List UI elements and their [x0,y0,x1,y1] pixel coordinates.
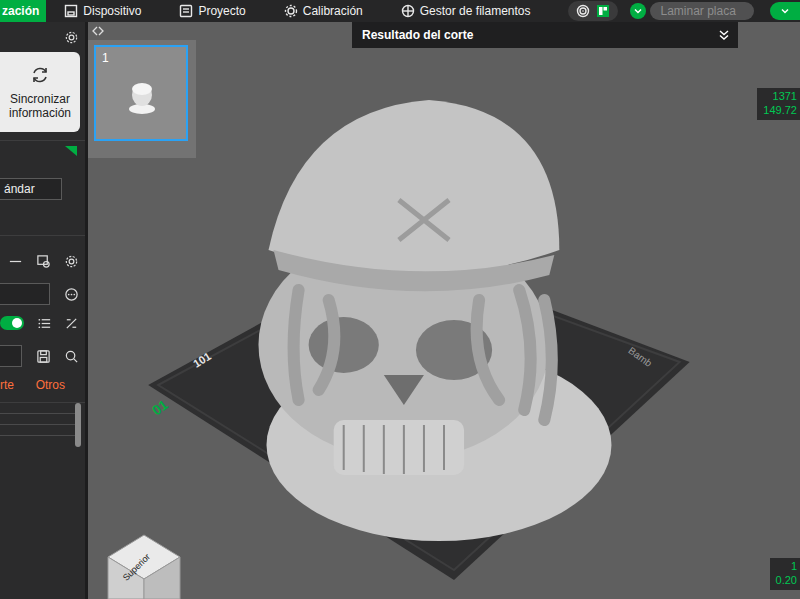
tab-label[interactable]: Proyecto [198,2,245,20]
top-tab[interactable]: Calibración [284,0,371,22]
slice-dropdown[interactable] [630,3,646,19]
scrollbar[interactable] [75,403,81,447]
preview-icon [576,4,590,18]
top-tab[interactable]: Gestor de filamentos [401,0,539,22]
top-tab[interactable]: Proyecto [179,0,253,22]
process-field[interactable] [0,283,50,305]
tab-label[interactable]: Gestor de filamentos [420,2,531,20]
plate-thumbnail[interactable]: 1 [94,45,188,141]
chevron-icon [634,7,642,15]
more-icon[interactable] [64,287,79,302]
filament-icon [401,4,415,18]
model-thumbnail-icon [122,77,162,117]
list-icon[interactable] [37,316,52,331]
plate-origin-label: 01 [149,396,171,418]
tab-label[interactable]: Dispositivo [83,2,141,20]
compare-settings-icon[interactable] [64,316,79,331]
top-tab[interactable]: Dispositivo [64,0,149,22]
device-icon [64,4,78,18]
tab-label[interactable]: zación [2,2,39,20]
top-layer-label[interactable]: 1371149.72 [757,88,800,120]
search-field[interactable] [0,345,22,367]
settings-tab[interactable]: Otros [36,376,65,394]
plate-list: 1 [88,40,196,158]
collapse-icon[interactable] [92,25,104,37]
left-panel: Sincronizar información ándar rte Otros [0,22,88,599]
sync-icon [29,64,51,86]
plate-brand: Bamb [626,345,654,369]
top-bar: zación Dispositivo Proyecto Calibración Gest… [0,0,800,22]
project-icon [179,4,193,18]
sync-button[interactable]: Sincronizar información [0,52,80,132]
slice-button[interactable]: Laminar placa [650,2,754,20]
calibration-icon [284,4,298,18]
settings-list [0,403,85,453]
profile-field[interactable]: ándar [0,178,62,200]
expand-icon[interactable] [718,29,730,41]
process-gear-icon[interactable] [64,254,79,269]
bottom-layer-label[interactable]: 10.20 [770,558,800,590]
layout-icon [596,4,610,18]
compare-icon[interactable] [36,254,51,269]
chevron-icon [781,7,789,15]
top-tab[interactable]: zación [0,0,46,22]
view-toggle[interactable] [568,1,618,21]
minimize-icon[interactable] [8,254,23,269]
slice-result-header[interactable]: Resultado del corte [352,22,738,48]
settings-gear-icon[interactable] [64,30,79,45]
tab-label[interactable]: Calibración [303,2,363,20]
viewport[interactable]: 01 101 Bamb 1 Resultado del corte 1371149.72 1… [88,22,800,599]
export-dropdown[interactable] [770,2,800,20]
corner-mark-icon [65,146,77,156]
advanced-toggle[interactable] [0,316,24,330]
search-icon[interactable] [64,349,79,364]
plate-label: 101 [191,350,213,370]
view-cube[interactable]: Superior [104,527,184,599]
settings-tab[interactable]: rte [0,376,14,394]
save-icon[interactable] [36,349,51,364]
